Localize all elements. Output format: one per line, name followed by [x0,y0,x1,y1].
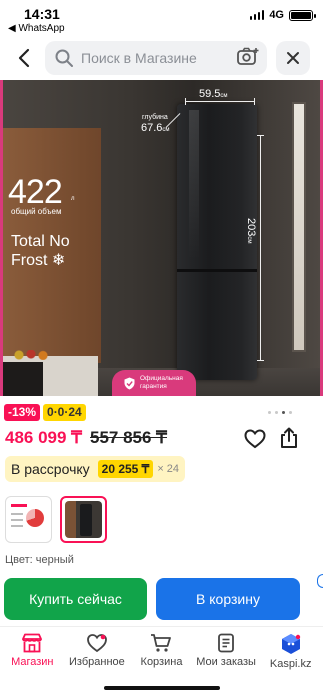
carousel-indicator [268,411,292,414]
heart-icon [86,634,107,653]
side-handle[interactable] [317,574,323,588]
nav-kaspi[interactable]: Kaspi.kz [258,627,323,674]
fruit-bowl [11,350,51,360]
snowflake-icon: ❄ [51,252,66,269]
installment-label: В рассрочку [11,461,90,477]
promo-badges: -13% 0·0·24 [4,404,86,422]
status-indicators: 4G [249,9,316,21]
camera-search-icon[interactable] [237,47,259,67]
color-label: Цвет: черный [5,554,74,566]
carousel-dot [289,411,292,414]
search-icon [55,49,73,67]
back-button[interactable] [10,44,38,72]
share-button[interactable] [279,427,299,454]
signal-icon [249,10,265,20]
width-dimension-line [185,98,255,105]
volume-unit: л [71,196,75,202]
back-to-app-link[interactable]: ◀ WhatsApp [8,23,65,34]
window [292,102,306,352]
thumbnail-infographic[interactable] [5,496,52,543]
shop-icon [22,633,43,653]
kaspi-icon [281,634,300,654]
depth-label: глубина [142,114,168,121]
share-icon [281,427,297,448]
installment-option[interactable]: В рассрочку 20 255 ₸ × 24 [5,456,185,482]
status-time: 14:31 [24,6,60,22]
heart-icon [244,429,266,449]
height-dimension-line [257,135,264,361]
installment-months: × 24 [157,463,180,475]
battery-icon [289,9,316,21]
volume-label: общий объем [11,207,62,216]
nav-orders[interactable]: Мои заказы [194,627,259,674]
chevron-left-icon [18,48,30,68]
nav-shop[interactable]: Магазин [0,627,65,674]
shield-check-icon [124,377,135,389]
close-button[interactable] [276,41,310,75]
buy-now-button[interactable]: Купить сейчас [4,578,147,620]
installment-badge: 0·0·24 [43,404,86,421]
current-price: 486 099 ₸ [5,428,82,447]
close-icon [287,52,299,64]
bottom-navigation: Магазин Избранное Корзина Мои заказы Kas… [0,626,323,674]
nav-favorites[interactable]: Избранное [65,627,130,674]
search-bar[interactable] [45,41,267,75]
search-header [0,38,323,78]
feature-text: Total No Frost ❄ [11,233,70,269]
installment-amount: 20 255 ₸ [97,460,154,478]
official-warranty-badge: Официальная гарантия [112,370,196,396]
depth-dimension: 67.6см [141,122,170,134]
old-price: 557 856 ₸ [90,428,167,447]
product-image-carousel[interactable]: 59.5см глубина 67.6см 203см 422 л общий … [0,80,323,396]
image-thumbnails [5,496,107,543]
orders-icon [218,633,234,653]
search-input[interactable] [81,41,231,75]
discount-badge: -13% [4,404,41,421]
nav-cart[interactable]: Корзина [129,627,194,674]
add-to-cart-button[interactable]: В корзину [156,578,300,620]
carousel-dot [268,411,271,414]
thumbnail-fridge-selected[interactable] [60,496,107,543]
price-row: 486 099 ₸ 557 856 ₸ [5,428,167,448]
status-bar: 14:31 ◀ WhatsApp 4G [0,0,323,36]
carousel-dot [275,411,278,414]
cart-icon [151,634,172,652]
carousel-dot-active [282,411,285,414]
favorite-button[interactable] [244,429,266,454]
height-dimension: 203см [245,218,257,244]
network-type: 4G [269,9,284,21]
home-indicator [104,686,220,690]
width-dimension: 59.5см [199,88,228,100]
